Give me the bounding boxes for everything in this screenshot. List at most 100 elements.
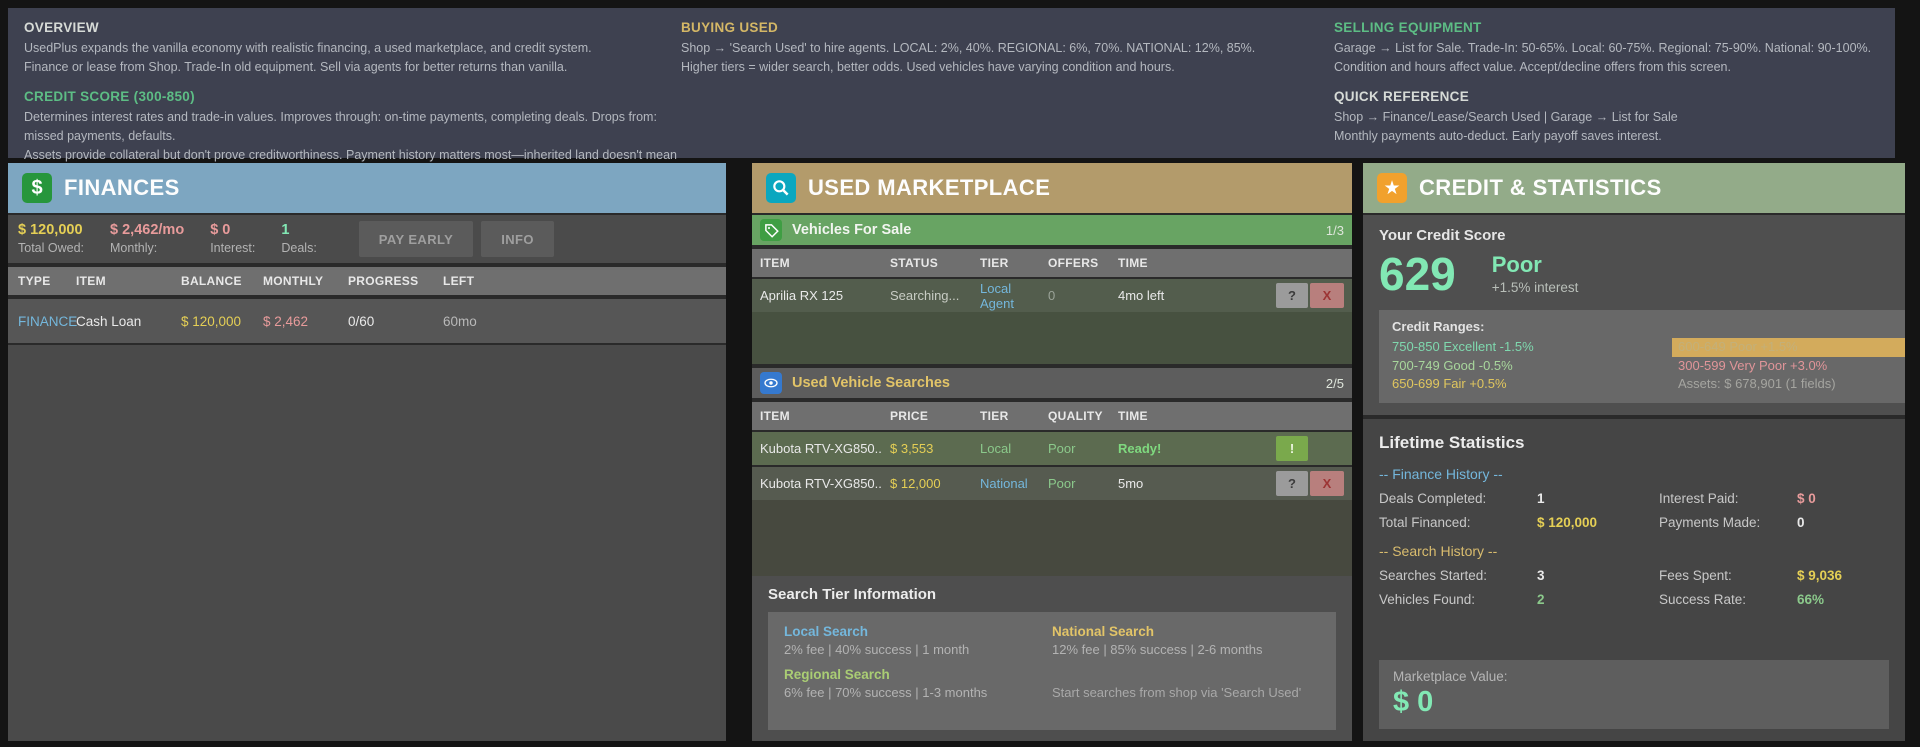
searches-empty-area (752, 500, 1352, 576)
column-header-item: ITEM (76, 274, 181, 288)
row-time: 4mo left (1118, 288, 1208, 303)
search-tier-info-title: Search Tier Information (768, 586, 1336, 603)
interest-value: $ 0 (210, 223, 255, 238)
row-quality: Poor (1048, 476, 1116, 491)
vehicles-for-sale-bar: Vehicles For Sale 1/3 (752, 215, 1352, 245)
overview-title: OVERVIEW (24, 20, 681, 35)
deals-value: 1 (281, 223, 316, 238)
tier-regional-name: Regional Search (784, 667, 1052, 682)
column-header-offers: OFFERS (1048, 256, 1116, 270)
pay-early-button[interactable]: PAY EARLY (359, 221, 473, 257)
fees-spent-label: Fees Spent: (1659, 568, 1797, 583)
tier-info-note: Start searches from shop via 'Search Use… (1052, 685, 1320, 700)
row-item: Aprilia RX 125 (760, 288, 888, 303)
credit-ranges-left: 750-850 Excellent -1.5% 700-749 Good -0.… (1392, 338, 1678, 394)
credit-title: CREDIT & STATISTICS (1419, 175, 1662, 201)
column-header-status: STATUS (890, 256, 978, 270)
search-tier-info: Search Tier Information Local Search 2% … (752, 576, 1352, 741)
deals-completed-value: 1 (1537, 491, 1659, 506)
eye-icon (760, 372, 782, 394)
fees-spent-value: $ 9,036 (1797, 568, 1889, 583)
column-header-tier: TIER (980, 409, 1046, 423)
search-icon (766, 173, 796, 203)
search-history-grid: Searches Started: 3 Fees Spent: $ 9,036 … (1379, 568, 1889, 607)
usedplus-screen: OVERVIEW UsedPlus expands the vanilla ec… (0, 0, 1920, 747)
for-sale-empty-area (752, 312, 1352, 364)
marketplace-title: USED MARKETPLACE (808, 175, 1050, 201)
lifetime-statistics-section: Lifetime Statistics -- Finance History -… (1363, 419, 1905, 742)
row-item: Kubota RTV-XG850.. (760, 441, 888, 456)
info-button[interactable]: INFO (481, 221, 554, 257)
row-balance: $ 120,000 (181, 314, 263, 329)
tag-icon (760, 219, 782, 241)
search-history-label: -- Search History -- (1379, 543, 1889, 559)
selling-equipment-line: Condition and hours affect value. Accept… (1334, 58, 1895, 77)
range-poor-current: 600-649 Poor +1.5% (1672, 338, 1905, 357)
success-rate-label: Success Rate: (1659, 592, 1797, 607)
column-header-quality: QUALITY (1048, 409, 1116, 423)
credit-score-section: Your Credit Score 629 Poor +1.5% interes… (1363, 215, 1905, 415)
help-overview: OVERVIEW UsedPlus expands the vanilla ec… (24, 20, 681, 77)
finances-panel: $ FINANCES $ 120,000 Total Owed: $ 2,462… (8, 163, 726, 741)
row-monthly: $ 2,462 (263, 314, 348, 329)
payments-made-value: 0 (1797, 515, 1889, 530)
interest-paid-label: Interest Paid: (1659, 491, 1797, 506)
selling-equipment-line: Garage → List for Sale. Trade-In: 50-65%… (1334, 39, 1895, 58)
row-type: FINANCE (18, 314, 76, 329)
success-rate-value: 66% (1797, 592, 1889, 607)
searches-table-header: ITEM PRICE TIER QUALITY TIME (752, 402, 1352, 430)
search-row-ready: Kubota RTV-XG850.. $ 3,553 Local Poor Re… (752, 432, 1352, 465)
row-quality: Poor (1048, 441, 1116, 456)
search-row-active: Kubota RTV-XG850.. $ 12,000 National Poo… (752, 467, 1352, 500)
tier-national-name: National Search (1052, 624, 1320, 639)
search-ready-button[interactable]: ! (1276, 436, 1308, 461)
deals-completed-label: Deals Completed: (1379, 491, 1537, 506)
row-status: Searching... (890, 288, 978, 303)
row-price: $ 3,553 (890, 441, 978, 456)
tier-local-name: Local Search (784, 624, 1052, 639)
help-panel: OVERVIEW UsedPlus expands the vanilla ec… (8, 8, 1895, 158)
listing-cancel-button[interactable]: X (1310, 283, 1344, 308)
vehicles-found-value: 2 (1537, 592, 1659, 607)
row-tier: National (980, 476, 1046, 491)
buying-used-line: Shop → 'Search Used' to hire agents. LOC… (681, 39, 1334, 58)
row-offers: 0 (1048, 288, 1116, 303)
star-icon: ★ (1377, 173, 1407, 203)
tier-local: Local Search 2% fee | 40% success | 1 mo… (784, 624, 1052, 657)
range-very-poor: 300-599 Very Poor +3.0% (1678, 357, 1905, 376)
column-header-progress: PROGRESS (348, 274, 443, 288)
column-header-time: TIME (1118, 409, 1208, 423)
stat-deals: 1 Deals: (281, 223, 316, 256)
used-searches-count: 2/5 (1326, 376, 1344, 391)
listing-help-button[interactable]: ? (1276, 283, 1308, 308)
total-financed-label: Total Financed: (1379, 515, 1537, 530)
row-item: Cash Loan (76, 314, 181, 329)
for-sale-row: Aprilia RX 125 Searching... Local Agent … (752, 279, 1352, 312)
search-cancel-button[interactable]: X (1310, 471, 1344, 496)
quick-reference-line: Monthly payments auto-deduct. Early payo… (1334, 127, 1895, 146)
marketplace-value-amount: $ 0 (1393, 686, 1875, 719)
help-column-left: OVERVIEW UsedPlus expands the vanilla ec… (24, 20, 681, 148)
tier-local-details: 2% fee | 40% success | 1 month (784, 642, 1052, 657)
column-header-tier: TIER (980, 256, 1046, 270)
column-header-price: PRICE (890, 409, 978, 423)
row-tier: Local Agent (980, 281, 1046, 311)
search-help-button[interactable]: ? (1276, 471, 1308, 496)
finances-title: FINANCES (64, 175, 180, 201)
column-header-left: LEFT (443, 274, 716, 288)
credit-score-label: Your Credit Score (1379, 227, 1889, 244)
overview-line: UsedPlus expands the vanilla economy wit… (24, 39, 681, 58)
credit-rating-block: Poor +1.5% interest (1492, 250, 1579, 295)
total-financed-value: $ 120,000 (1537, 515, 1659, 530)
credit-ranges-label: Credit Ranges: (1392, 319, 1905, 334)
overview-line: Finance or lease from Shop. Trade-In old… (24, 58, 681, 77)
range-excellent: 750-850 Excellent -1.5% (1392, 338, 1678, 357)
row-price: $ 12,000 (890, 476, 978, 491)
marketplace-value-label: Marketplace Value: (1393, 669, 1875, 684)
finance-history-label: -- Finance History -- (1379, 466, 1889, 482)
payments-made-label: Payments Made: (1659, 515, 1797, 530)
searches-started-value: 3 (1537, 568, 1659, 583)
stat-interest: $ 0 Interest: (210, 223, 255, 256)
marketplace-panel: USED MARKETPLACE Vehicles For Sale 1/3 I… (752, 163, 1352, 741)
vehicles-for-sale-count: 1/3 (1326, 223, 1344, 238)
